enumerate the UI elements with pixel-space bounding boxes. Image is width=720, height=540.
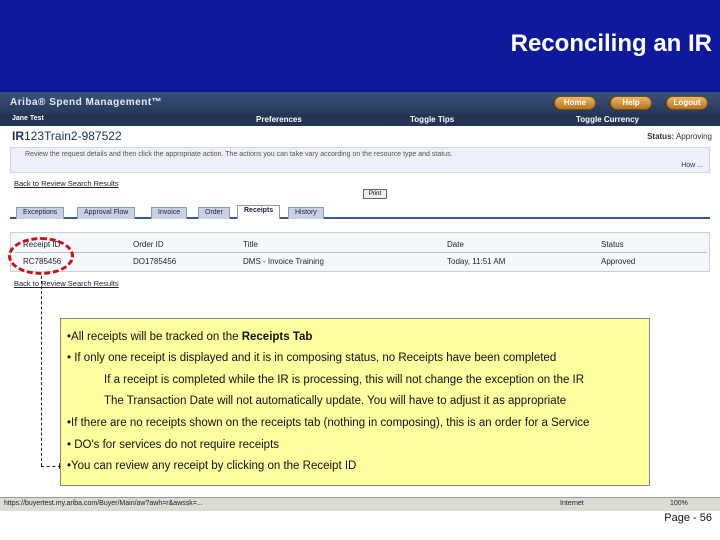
print-button[interactable]: Print bbox=[363, 189, 387, 199]
home-button[interactable]: Home bbox=[554, 96, 596, 110]
toggle-tips-link[interactable]: Toggle Tips bbox=[410, 115, 454, 124]
status-url: https://buyertest.my.ariba.com/Buyer/Mai… bbox=[4, 500, 203, 507]
logout-button[interactable]: Logout bbox=[666, 96, 708, 110]
instructions-text: Review the request details and then clic… bbox=[25, 151, 453, 158]
note-box: •All receipts will be tracked on the Rec… bbox=[60, 318, 650, 486]
app-subbar: Jane Test Preferences Toggle Tips Toggle… bbox=[0, 114, 720, 126]
tab-approval-flow[interactable]: Approval Flow bbox=[77, 207, 136, 219]
user-name: Jane Test bbox=[12, 115, 44, 122]
note-line-3: If a receipt is completed while the IR i… bbox=[104, 374, 585, 386]
title-banner: Reconciling an IR bbox=[0, 0, 720, 92]
note-line-2: • If only one receipt is displayed and i… bbox=[67, 352, 557, 364]
column-header-order-id[interactable]: Order ID bbox=[133, 240, 164, 249]
slide-title: Reconciling an IR bbox=[510, 30, 712, 57]
page-title: IR123Train2-987522 bbox=[12, 129, 122, 143]
tab-bar: Exceptions Approval Flow Invoice Order R… bbox=[10, 205, 710, 219]
title-cell: DMS - Invoice Training bbox=[243, 257, 324, 266]
help-button[interactable]: Help bbox=[610, 96, 652, 110]
date-cell: Today, 11:51 AM bbox=[447, 257, 506, 266]
status-value: Approving bbox=[675, 132, 712, 141]
browser-status-bar: https://buyertest.my.ariba.com/Buyer/Mai… bbox=[0, 497, 720, 511]
note-line-4: The Transaction Date will not automatica… bbox=[104, 395, 567, 407]
page-number: Page - 56 bbox=[664, 512, 712, 524]
receipts-tab-emphasis: Receipts Tab bbox=[241, 331, 313, 343]
note-line-6: • DO's for services do not require recei… bbox=[67, 439, 280, 451]
tab-receipts[interactable]: Receipts bbox=[237, 205, 281, 219]
back-to-results-link-bottom[interactable]: Back to Review Search Results bbox=[14, 279, 119, 288]
header-divider bbox=[15, 252, 707, 253]
note-line-1: •All receipts will be tracked on the Rec… bbox=[67, 331, 312, 343]
zoom-level[interactable]: 100% bbox=[670, 500, 688, 507]
how-link[interactable]: How ... bbox=[681, 162, 703, 169]
receipts-table: Receipt ID Order ID Title Date Status RC… bbox=[10, 232, 710, 272]
toggle-currency-link[interactable]: Toggle Currency bbox=[576, 115, 639, 124]
security-zone: Internet bbox=[560, 500, 584, 507]
tab-exceptions[interactable]: Exceptions bbox=[16, 207, 65, 219]
status-label: Status: bbox=[647, 132, 675, 141]
note-line-7: •You can review any receipt by clicking … bbox=[67, 460, 357, 472]
highlight-circle bbox=[8, 237, 74, 275]
note-line-1-text: •All receipts will be tracked on the bbox=[67, 331, 242, 343]
connector-line-horizontal bbox=[41, 466, 61, 467]
back-to-results-link[interactable]: Back to Review Search Results bbox=[14, 179, 119, 188]
ir-id: 123Train2-987522 bbox=[24, 129, 122, 143]
connector-line-vertical bbox=[41, 276, 42, 466]
order-id-cell: DO1785456 bbox=[133, 257, 177, 266]
slide: Reconciling an IR Ariba® Spend Managemen… bbox=[0, 0, 720, 540]
ariba-logo: Ariba® Spend Management™ bbox=[10, 97, 163, 108]
status-indicator: Status: Approving bbox=[647, 132, 712, 141]
app-header: Ariba® Spend Management™ Home Help Logou… bbox=[0, 92, 720, 114]
preferences-link[interactable]: Preferences bbox=[256, 115, 302, 124]
tab-history[interactable]: History bbox=[288, 207, 324, 219]
column-header-status[interactable]: Status bbox=[601, 240, 624, 249]
instructions-bar: Review the request details and then clic… bbox=[10, 147, 710, 173]
status-cell: Approved bbox=[601, 257, 636, 266]
note-line-5: •If there are no receipts shown on the r… bbox=[67, 417, 590, 429]
tab-invoice[interactable]: Invoice bbox=[151, 207, 188, 219]
ir-prefix: IR bbox=[12, 129, 24, 143]
column-header-date[interactable]: Date bbox=[447, 240, 464, 249]
tab-order[interactable]: Order bbox=[198, 207, 230, 219]
column-header-title[interactable]: Title bbox=[243, 240, 258, 249]
